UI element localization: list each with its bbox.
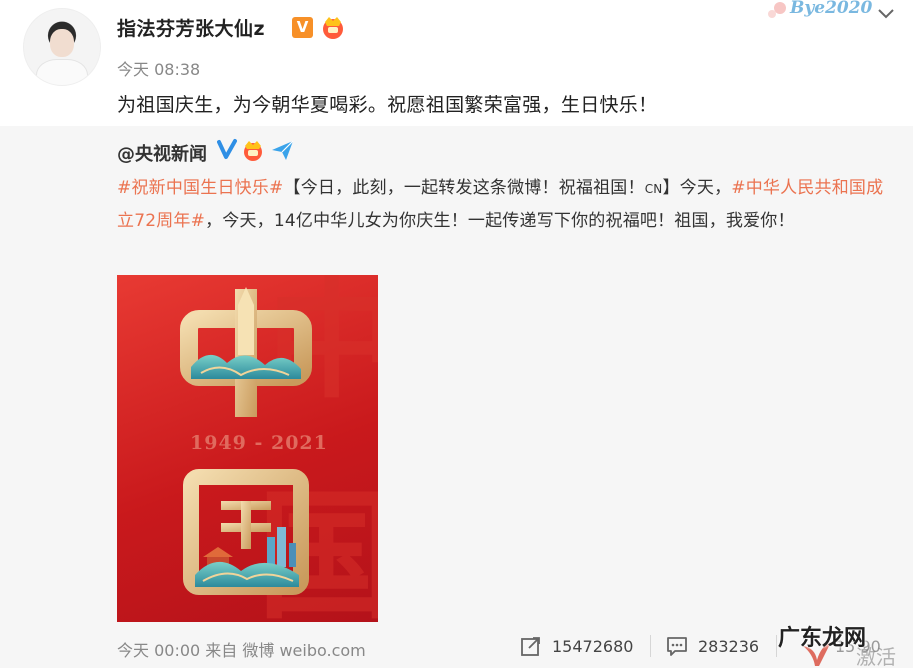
comment-count: 283236 (698, 636, 760, 656)
verified-badge-icon[interactable]: V (292, 17, 313, 38)
poster-years: 1949 - 2021 (190, 432, 328, 454)
stat-divider (650, 635, 651, 657)
repost-time-source[interactable]: 今天 00:00 来自 微博 weibo.com (117, 637, 366, 661)
repost-author-badges (217, 139, 294, 161)
stat-divider (776, 635, 777, 657)
repost-text: #祝新中国生日快乐#【今日，此刻，一起转发这条微博！祝福祖国！CN】今天，#中华… (117, 172, 892, 237)
svg-text:中: 中 (267, 275, 378, 416)
repost-count-button[interactable]: 15472680 (520, 633, 633, 659)
post-time[interactable]: 今天 08:38 (117, 56, 200, 80)
hashtag-link[interactable]: #祝新中国生日快乐# (117, 178, 284, 198)
repost-text-part: 】今天， (662, 178, 732, 198)
poster-image[interactable]: 中 国 1949 - 2021 (117, 275, 378, 622)
repost-author[interactable]: @央视新闻 (117, 140, 207, 166)
avatar-face (50, 29, 74, 57)
comment-icon (667, 637, 687, 656)
repost-count: 15472680 (552, 636, 634, 656)
weibo-post-card: 指法芬芳张大仙z V 今天 08:38 Bye2020 为祖国庆生，为今朝华夏喝… (0, 0, 913, 668)
verified-v-icon (217, 139, 237, 159)
author-name[interactable]: 指法芬芳张大仙z (117, 14, 265, 41)
chevron-down-icon[interactable] (877, 8, 895, 20)
activate-watermark: 激活 (856, 645, 896, 668)
author-avatar[interactable] (23, 8, 101, 86)
corner-decoration-text: Bye2020 (790, 0, 873, 18)
member-crown-icon[interactable] (320, 14, 346, 40)
repost-icon (521, 637, 540, 656)
reposted-weibo[interactable]: @央视新闻 #祝新中国生日快乐#【今日，此刻，一起转发这条微博！祝福祖国！CN】… (0, 126, 913, 668)
repost-text-part: ，今天，14亿中华儿女为你庆生！一起传递写下你的祝福吧！祖国，我爱你！ (205, 211, 795, 231)
site-watermark: 广东龙网 (778, 626, 867, 651)
avatar-body (36, 59, 88, 85)
repost-text-part: 【今日，此刻，一起转发这条微博！祝福祖国！ (283, 178, 645, 198)
comment-count-button[interactable]: 283236 (666, 633, 759, 659)
post-text: 为祖国庆生，为今朝华夏喝彩。祝愿祖国繁荣富强，生日快乐！ (117, 94, 658, 116)
paper-plane-icon (272, 140, 294, 160)
cn-emoji: CN (644, 182, 663, 196)
member-crown-icon (244, 141, 262, 161)
svg-text:国: 国 (257, 476, 378, 622)
